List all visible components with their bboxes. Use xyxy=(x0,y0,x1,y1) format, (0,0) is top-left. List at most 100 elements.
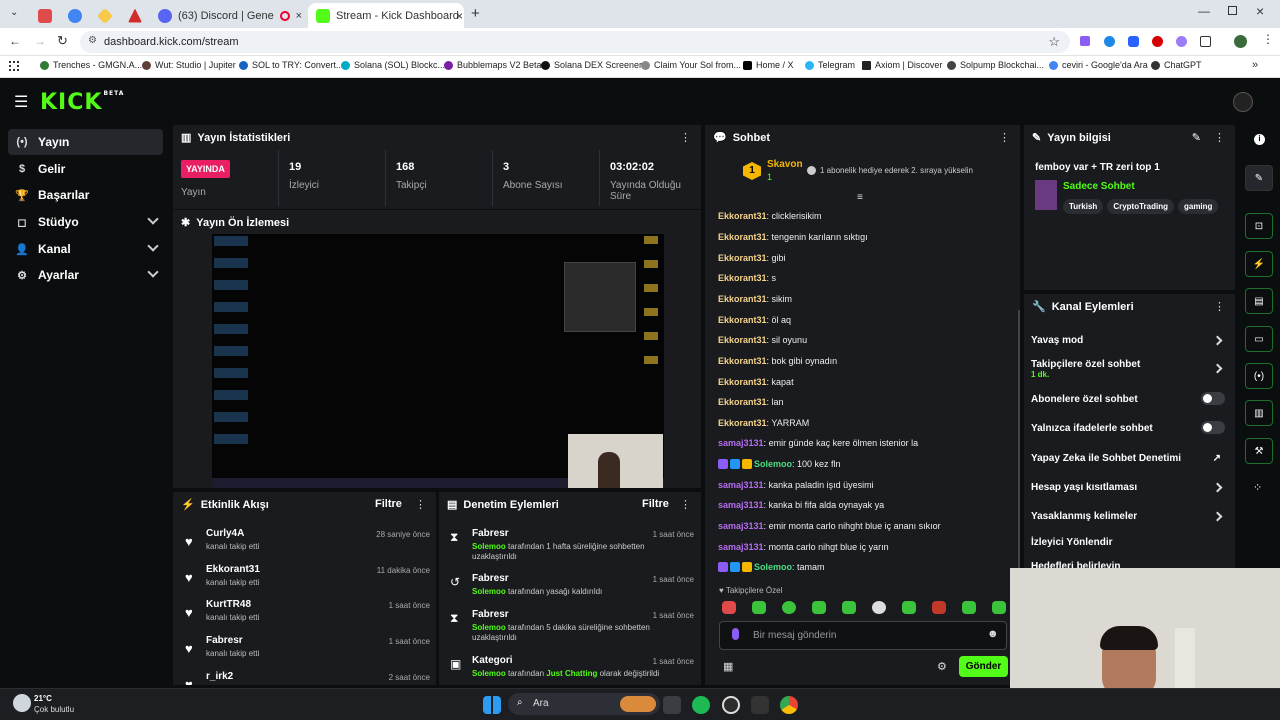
site-info-icon[interactable]: ⚙ xyxy=(88,35,97,46)
action-ai-moderation[interactable]: Yapay Zeka ile Sohbet Denetimi ↗ xyxy=(1031,453,1227,464)
more-options-icon[interactable]: ⋮ xyxy=(415,498,426,511)
bookmark[interactable]: ceviri - Google'da Ara xyxy=(1049,60,1148,70)
extension-icon[interactable] xyxy=(1104,36,1115,47)
emote-9[interactable] xyxy=(962,601,976,614)
action-account-age[interactable]: Hesap yaşı kısıtlaması xyxy=(1031,482,1227,493)
category-thumbnail[interactable] xyxy=(1035,180,1057,210)
extension-icon[interactable] xyxy=(1128,36,1139,47)
windows-start-icon[interactable] xyxy=(483,696,501,714)
sidebar-item-studyo[interactable]: ◻ Stüdyo xyxy=(8,209,163,235)
emote-5[interactable] xyxy=(842,601,856,614)
tab-3[interactable] xyxy=(90,3,120,28)
sidebar-item-gelir[interactable]: $ Gelir xyxy=(8,156,163,182)
bookmark[interactable]: Telegram xyxy=(805,60,855,70)
tab-1[interactable] xyxy=(30,3,60,28)
filter-button[interactable]: Filtre xyxy=(375,498,402,510)
taskbar-search[interactable]: ⌕ Ara xyxy=(508,693,660,715)
extensions-puzzle-icon[interactable] xyxy=(1200,36,1211,47)
stream-preview-video[interactable] xyxy=(212,234,664,488)
weather-icon[interactable] xyxy=(13,694,31,712)
rail-button-7[interactable]: ⚒ xyxy=(1245,438,1273,464)
extension-icon[interactable] xyxy=(1176,36,1187,47)
new-tab-icon[interactable]: + xyxy=(471,5,480,22)
more-options-icon[interactable]: ⋮ xyxy=(1214,300,1225,313)
url-field[interactable]: ⚙ dashboard.kick.com/stream ☆ xyxy=(80,31,1070,53)
obs-icon[interactable] xyxy=(722,696,740,714)
filter-button[interactable]: Filtre xyxy=(642,498,669,510)
scrollbar[interactable] xyxy=(1018,310,1020,600)
tab-4[interactable] xyxy=(120,3,150,28)
tag[interactable]: gaming xyxy=(1177,199,1219,214)
chat-input[interactable]: Bir mesaj gönderin ☻ xyxy=(719,621,1007,650)
emote-8[interactable] xyxy=(932,601,946,614)
tab-kick-dashboard[interactable]: Stream - Kick Dashboard × xyxy=(308,3,464,28)
edit-icon[interactable]: ✎ xyxy=(1192,131,1201,144)
bookmark[interactable]: Solana (SOL) Blockc... xyxy=(341,60,445,70)
more-options-icon[interactable]: ⋮ xyxy=(680,498,691,511)
chrome-icon[interactable] xyxy=(780,696,798,714)
more-options-icon[interactable]: ⋮ xyxy=(680,131,691,144)
bookmark[interactable]: Solpump Blockchai... xyxy=(947,60,1044,70)
send-button[interactable]: Gönder xyxy=(959,656,1008,677)
emote-6[interactable] xyxy=(872,601,886,614)
task-view-icon[interactable] xyxy=(663,696,681,714)
close-icon[interactable]: × xyxy=(296,10,302,22)
tab-2[interactable] xyxy=(60,3,90,28)
kick-logo[interactable]: KICKBETA xyxy=(40,90,124,115)
tag[interactable]: CryptoTrading xyxy=(1107,199,1174,214)
rail-edit-button[interactable]: ✎ xyxy=(1245,165,1273,191)
bookmark[interactable]: Bubblemaps V2 Beta xyxy=(444,60,542,70)
bookmark[interactable]: Wut: Studio | Jupiter xyxy=(142,60,236,70)
tab-discord[interactable]: (63) Discord | Genel | emir. × xyxy=(150,3,310,28)
rail-button-6[interactable]: ▥ xyxy=(1245,400,1273,426)
category-link[interactable]: Sadece Sohbet xyxy=(1063,181,1135,192)
reload-icon[interactable]: ↻ xyxy=(57,33,68,49)
rail-button-4[interactable]: ▭ xyxy=(1245,326,1273,352)
extension-icon[interactable] xyxy=(1152,36,1163,47)
sidebar-item-yayin[interactable]: (•) Yayın xyxy=(8,129,163,155)
sidebar-item-basarilar[interactable]: 🏆 Başarılar xyxy=(8,182,163,208)
store-icon[interactable]: ▦ xyxy=(723,660,733,673)
bookmark[interactable]: ChatGPT xyxy=(1151,60,1202,70)
rail-button-3[interactable]: ▤ xyxy=(1245,288,1273,314)
sidebar-item-ayarlar[interactable]: ⚙ Ayarlar xyxy=(8,262,163,288)
apps-grid-icon[interactable] xyxy=(9,61,19,71)
pinned-username[interactable]: Skavon xyxy=(767,159,803,170)
bookmark[interactable]: SOL to TRY: Convert... xyxy=(239,60,343,70)
avatar[interactable] xyxy=(1233,92,1253,112)
action-slow-mode[interactable]: Yavaş mod xyxy=(1031,335,1227,346)
window-close-icon[interactable]: × xyxy=(1256,3,1264,19)
apps-icon[interactable]: ⁘ xyxy=(1253,481,1262,494)
emote-7[interactable] xyxy=(902,601,916,614)
action-banned-words[interactable]: Yasaklanmış kelimeler xyxy=(1031,511,1227,522)
rail-button-1[interactable]: ⊡ xyxy=(1245,213,1273,239)
rail-button-5[interactable]: (•) xyxy=(1245,363,1273,389)
action-followers-only[interactable]: Takipçilere özel sohbet 1 dk. xyxy=(1031,359,1227,379)
bookmark-star-icon[interactable]: ☆ xyxy=(1048,34,1060,50)
emote-4[interactable] xyxy=(812,601,826,614)
bookmark[interactable]: Trenches - GMGN.A... xyxy=(40,60,142,70)
restore-icon[interactable] xyxy=(1228,6,1237,15)
subscribers-only-toggle[interactable] xyxy=(1201,392,1225,405)
bookmark[interactable]: Claim Your Sol from... xyxy=(641,60,741,70)
emote-3[interactable] xyxy=(782,601,796,614)
tag[interactable]: Turkish xyxy=(1063,199,1104,214)
bookmark[interactable]: Solana DEX Screener xyxy=(541,60,642,70)
emote-only-toggle[interactable] xyxy=(1201,421,1225,434)
hamburger-menu-icon[interactable]: ☰ xyxy=(14,92,28,112)
profile-avatar[interactable] xyxy=(1234,35,1247,48)
more-options-icon[interactable]: ⋮ xyxy=(1214,131,1225,144)
emote-10[interactable] xyxy=(992,601,1006,614)
bookmark[interactable]: Home / X xyxy=(743,60,794,70)
emote-2[interactable] xyxy=(752,601,766,614)
bookmark[interactable]: Axiom | Discover xyxy=(862,60,942,70)
minimize-icon[interactable]: — xyxy=(1198,4,1210,18)
sidebar-item-kanal[interactable]: 👤 Kanal xyxy=(8,236,163,262)
app-icon[interactable] xyxy=(751,696,769,714)
back-icon[interactable]: ← xyxy=(9,34,21,48)
emoji-icon[interactable]: ☻ xyxy=(987,628,999,640)
rail-button-2[interactable]: ⚡ xyxy=(1245,251,1273,277)
extension-pen-icon[interactable] xyxy=(1080,36,1090,46)
collapse-icon[interactable]: ≡ xyxy=(857,192,863,203)
spotify-icon[interactable] xyxy=(692,696,710,714)
